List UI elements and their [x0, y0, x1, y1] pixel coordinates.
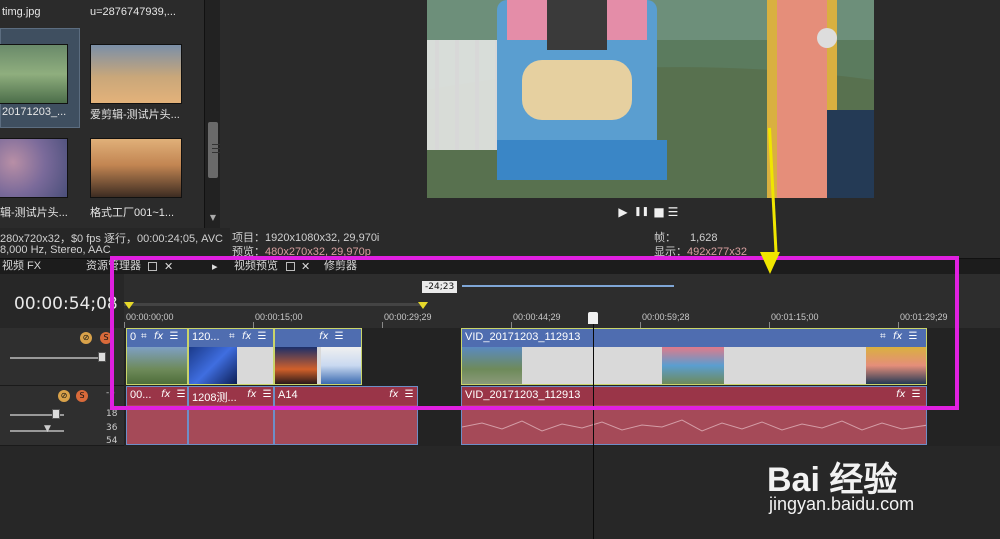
- video-track-header[interactable]: ⊘ S: [0, 328, 124, 386]
- tab-video-fx[interactable]: 视频 FX: [2, 259, 41, 275]
- audio-waveform: [189, 405, 273, 444]
- mute-icon[interactable]: ⊘: [80, 332, 92, 344]
- media-item-label: 辑-测试片头...: [0, 207, 68, 219]
- solo-icon[interactable]: S: [76, 390, 88, 402]
- pan-slider[interactable]: [10, 430, 64, 432]
- audio-waveform: [127, 405, 187, 444]
- pause-button[interactable]: ❚❚: [634, 205, 649, 219]
- media-item-label: timg.jpg: [2, 6, 41, 18]
- video-level-knob[interactable]: [98, 352, 106, 362]
- video-level-slider[interactable]: [10, 357, 106, 359]
- timecode-display: 00:00:54;08: [14, 294, 118, 314]
- media-browser: timg.jpg u=2876747939,... 20171203_... 爱…: [0, 0, 230, 228]
- media-thumbnail: [0, 138, 68, 198]
- media-info: 280x720x32，$0 fps 逐行，00:00:24;05, AVC 8,…: [0, 228, 230, 258]
- annotation-highlight-box: [110, 256, 959, 410]
- media-thumbnail: [0, 44, 68, 104]
- pan-arrow-icon[interactable]: ▼: [44, 424, 51, 434]
- db-label: 36: [106, 423, 118, 433]
- db-label: 18: [106, 409, 118, 419]
- baidu-jingyan-watermark: Bai 经验 jingyan.baidu.com: [767, 452, 997, 532]
- db-label: 54: [106, 436, 118, 446]
- mute-icon[interactable]: ⊘: [58, 390, 70, 402]
- volume-knob[interactable]: [52, 409, 60, 419]
- annotation-arrow-head: [760, 252, 780, 274]
- media-scrollbar[interactable]: ▼: [204, 0, 220, 228]
- media-item-label: u=2876747939,...: [90, 6, 176, 18]
- audio-waveform: [462, 405, 926, 444]
- preview-image: [427, 0, 874, 198]
- play-button[interactable]: ▶: [616, 205, 630, 219]
- stop-button[interactable]: ■: [652, 205, 666, 219]
- media-item-label: 爱剪辑-测试片头...: [90, 109, 180, 121]
- media-item-label: 格式工厂001~1...: [90, 207, 175, 219]
- scroll-down-icon[interactable]: ▼: [207, 212, 219, 224]
- preview-frame: [427, 0, 874, 198]
- media-thumbnail: [90, 44, 182, 104]
- media-info-line-2: 8,000 Hz, Stereo, AAC: [0, 244, 111, 256]
- audio-waveform: [275, 405, 417, 444]
- scroll-thumb[interactable]: [208, 122, 220, 178]
- vegas-editor-window: timg.jpg u=2876747939,... 20171203_... 爱…: [0, 0, 1000, 539]
- watermark-url: jingyan.baidu.com: [769, 494, 915, 514]
- media-thumbnail: [90, 138, 182, 198]
- video-preview-panel: ▶ ❚❚ ■ ☰ 项目：1920x1080x32, 29,970i 预览：480…: [230, 0, 1000, 258]
- media-item-label: 20171203_...: [2, 106, 67, 118]
- preview-menu-button[interactable]: ☰: [666, 205, 680, 219]
